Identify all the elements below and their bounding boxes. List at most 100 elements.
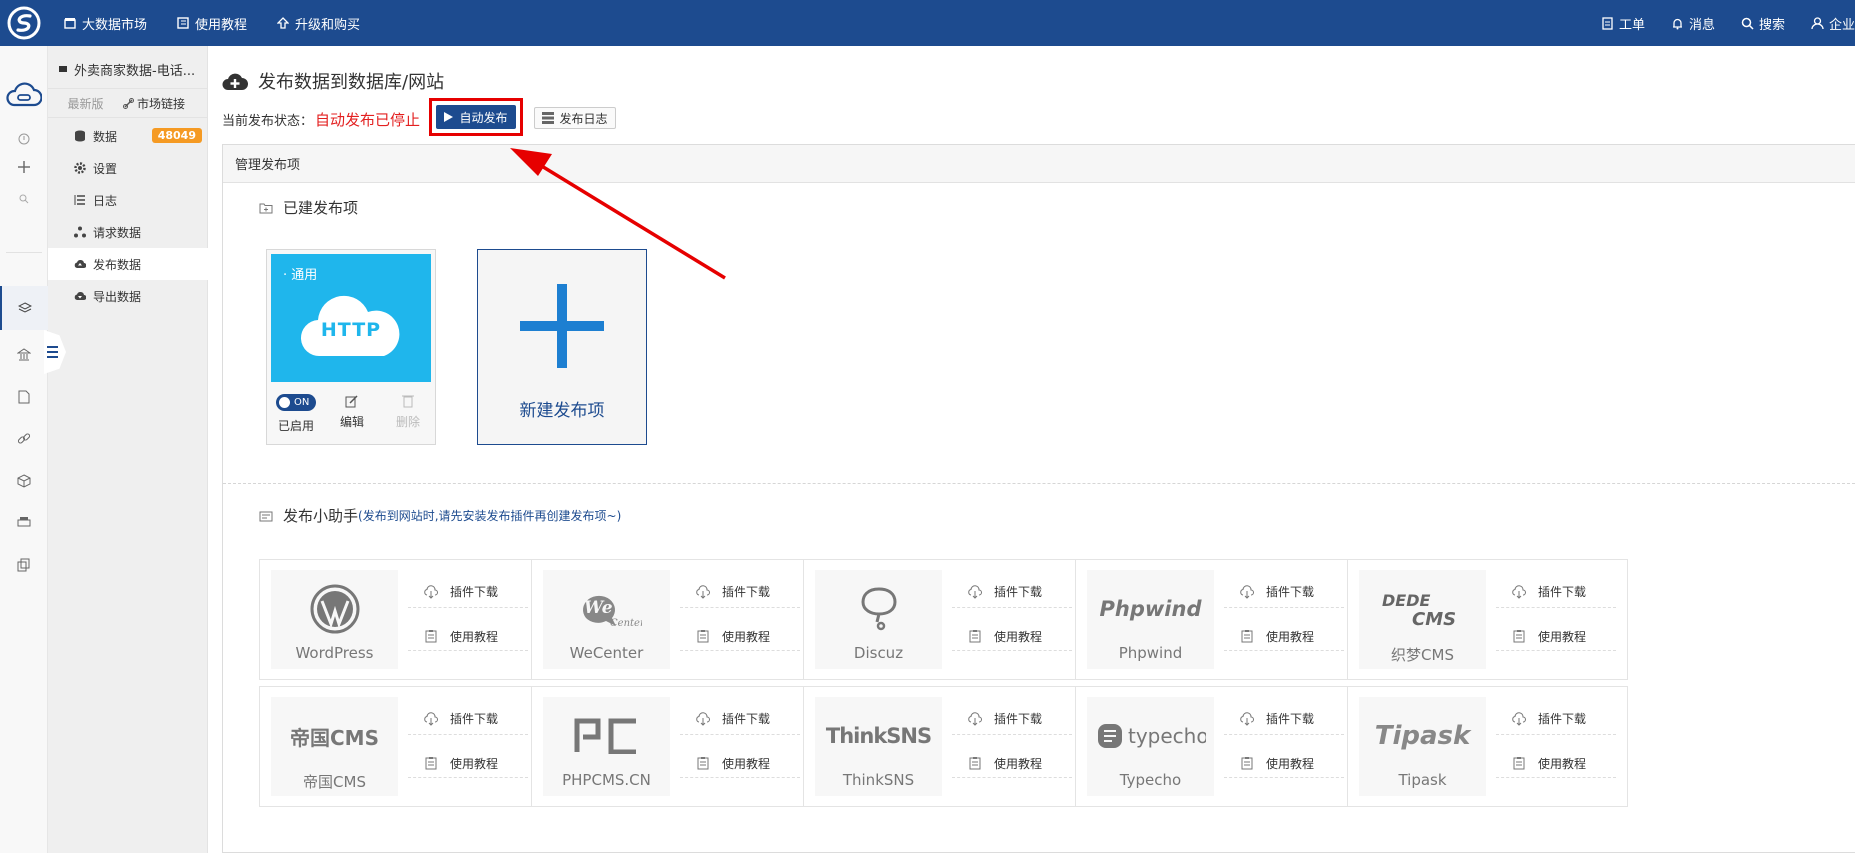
task-title[interactable]: 外卖商家数据-电话... [48, 54, 208, 84]
nav-ticket[interactable]: 工单 [1601, 14, 1645, 33]
rail-layers[interactable] [0, 286, 48, 330]
plugin-download-link[interactable]: 插件下载 [952, 576, 1072, 608]
plugin-logo-art: Phpwind [1099, 597, 1202, 621]
auto-publish-button[interactable]: 自动发布 [436, 105, 516, 129]
printer-icon [17, 517, 31, 527]
section-divider [223, 483, 1855, 484]
rail-add[interactable] [0, 156, 48, 178]
cloud-upload-icon [74, 259, 86, 268]
panel-title: 管理发布项 [235, 158, 301, 173]
clipboard-icon [969, 757, 981, 770]
ticket-icon [1602, 16, 1613, 30]
rail-package[interactable] [0, 464, 48, 498]
plugin-tutorial-link[interactable]: 使用教程 [1496, 747, 1616, 779]
edit-button[interactable]: 编辑 [324, 386, 380, 444]
plugin-tutorial-link[interactable]: 使用教程 [408, 747, 528, 779]
nav-data-market[interactable]: 大数据市场 [64, 14, 147, 33]
rail-info[interactable] [0, 128, 48, 150]
plugin-download-link[interactable]: 插件下载 [1224, 703, 1344, 735]
nav-search[interactable]: 搜索 [1741, 14, 1785, 33]
plugin-logo-art: Tipask [1374, 721, 1471, 751]
enabled-label: 已启用 [277, 419, 314, 433]
plugin-card-phpcms: PHPCMS.CN 插件下载 使用教程 [531, 686, 812, 807]
plugin-tutorial-link[interactable]: 使用教程 [952, 620, 1072, 652]
cloud-download-icon [696, 584, 710, 599]
plugin-download-link[interactable]: 插件下载 [1496, 703, 1616, 735]
sidebar-item-export[interactable]: 导出数据 [48, 280, 208, 312]
nav-tutorial[interactable]: 使用教程 [177, 14, 247, 33]
publish-log-button[interactable]: 发布日志 [534, 107, 616, 129]
rail-cloud[interactable] [0, 70, 48, 120]
plugin-logo: Tipask Tipask [1359, 697, 1486, 796]
http-card-actions: ON 已启用 编辑 删除 [267, 386, 435, 444]
plugin-download-link[interactable]: 插件下载 [680, 703, 800, 735]
delete-label: 删除 [395, 415, 420, 429]
nav-upgrade[interactable]: 升级和购买 [277, 14, 360, 33]
plugin-tutorial-link[interactable]: 使用教程 [952, 747, 1072, 779]
clipboard-icon [697, 630, 709, 643]
plugin-tutorial-link[interactable]: 使用教程 [1496, 620, 1616, 652]
plugin-download-link[interactable]: 插件下载 [952, 703, 1072, 735]
plugin-download-link[interactable]: 插件下载 [1224, 576, 1344, 608]
app-logo-icon[interactable] [6, 5, 42, 41]
plugin-download-link[interactable]: 插件下载 [408, 576, 528, 608]
plugin-logo: ThinkSNS ThinkSNS [815, 697, 942, 796]
rail-document[interactable] [0, 380, 48, 414]
plugin-name: 织梦CMS [1391, 646, 1454, 664]
icon-rail [0, 46, 48, 853]
plugin-card-dedecms: DEDE CMS 织梦CMS 插件下载 使用教程 [1347, 559, 1628, 680]
rail-printer[interactable] [0, 506, 48, 540]
plugin-download-link[interactable]: 插件下载 [1496, 576, 1616, 608]
folder-add-icon [259, 203, 273, 213]
assistant-title: 发布小助手 [283, 507, 359, 525]
http-publish-card[interactable]: · 通用 HTTP ON 已启用 编辑 删除 [266, 249, 436, 445]
cloud-download-icon [1512, 584, 1526, 599]
plugin-logo: WordPress [271, 570, 398, 669]
plugin-name: Phpwind [1118, 644, 1183, 662]
toggle-switch[interactable]: ON [276, 394, 316, 411]
plugin-logo: We Center WeCenter [543, 570, 670, 669]
plugin-tutorial-link[interactable]: 使用教程 [680, 620, 800, 652]
plugin-tutorial-link[interactable]: 使用教程 [1224, 620, 1344, 652]
plugin-tutorial-link[interactable]: 使用教程 [680, 747, 800, 779]
sidebar-item-label: 日志 [93, 193, 118, 208]
market-link[interactable]: 市场链接 [123, 95, 185, 112]
plugin-tutorial-link[interactable]: 使用教程 [1224, 747, 1344, 779]
plugin-name: Typecho [1119, 771, 1182, 789]
clipboard-icon [1241, 630, 1253, 643]
clipboard-icon [1513, 630, 1525, 643]
enable-toggle[interactable]: ON 已启用 [268, 386, 324, 444]
sidebar-item-request[interactable]: 请求数据 [48, 216, 208, 248]
rail-bank[interactable] [0, 338, 48, 372]
rail-search[interactable] [0, 188, 48, 210]
svg-text:CMS: CMS [1412, 609, 1456, 629]
plugin-name: WeCenter [569, 644, 644, 662]
plugin-logo-art: ThinkSNS [825, 724, 932, 748]
clipboard-icon [969, 630, 981, 643]
new-publish-card[interactable]: 新建发布项 [477, 249, 647, 445]
plugin-download-link[interactable]: 插件下载 [408, 703, 528, 735]
rail-copy[interactable] [0, 548, 48, 582]
clipboard-icon [1241, 757, 1253, 770]
plugin-logo: 帝国CMS 帝国CMS [271, 697, 398, 796]
sidebar-item-log[interactable]: 日志 [48, 184, 208, 216]
nav-account[interactable]: 企业 [1811, 14, 1855, 33]
plugin-logo-art: 帝国CMS [290, 725, 379, 750]
rail-link[interactable] [0, 422, 48, 456]
sidebar-item-data[interactable]: 数据 48049 [48, 120, 208, 152]
nav-upgrade-label: 升级和购买 [295, 17, 361, 33]
nav-ticket-label: 工单 [1618, 17, 1645, 33]
plugin-download-link[interactable]: 插件下载 [680, 576, 800, 608]
plugin-card-typecho: typecho Typecho 插件下载 使用教程 [1075, 686, 1356, 807]
clipboard-icon [425, 630, 437, 643]
status-label: 当前发布状态： [222, 113, 314, 129]
nav-message[interactable]: 消息 [1671, 14, 1715, 33]
manage-panel: 管理发布项 已建发布项 · 通用 HTTP ON 已启用 编辑 删除 新建发布项… [222, 144, 1855, 853]
sidebar-item-settings[interactable]: 设置 [48, 152, 208, 184]
delete-button[interactable]: 删除 [380, 386, 436, 444]
market-link-label: 市场链接 [137, 96, 186, 111]
user-icon [1811, 16, 1824, 29]
sidebar-item-publish[interactable]: 发布数据 [48, 248, 208, 280]
plugin-card-tipask: Tipask Tipask 插件下载使用教程 [1347, 686, 1628, 807]
plugin-tutorial-link[interactable]: 使用教程 [408, 620, 528, 652]
